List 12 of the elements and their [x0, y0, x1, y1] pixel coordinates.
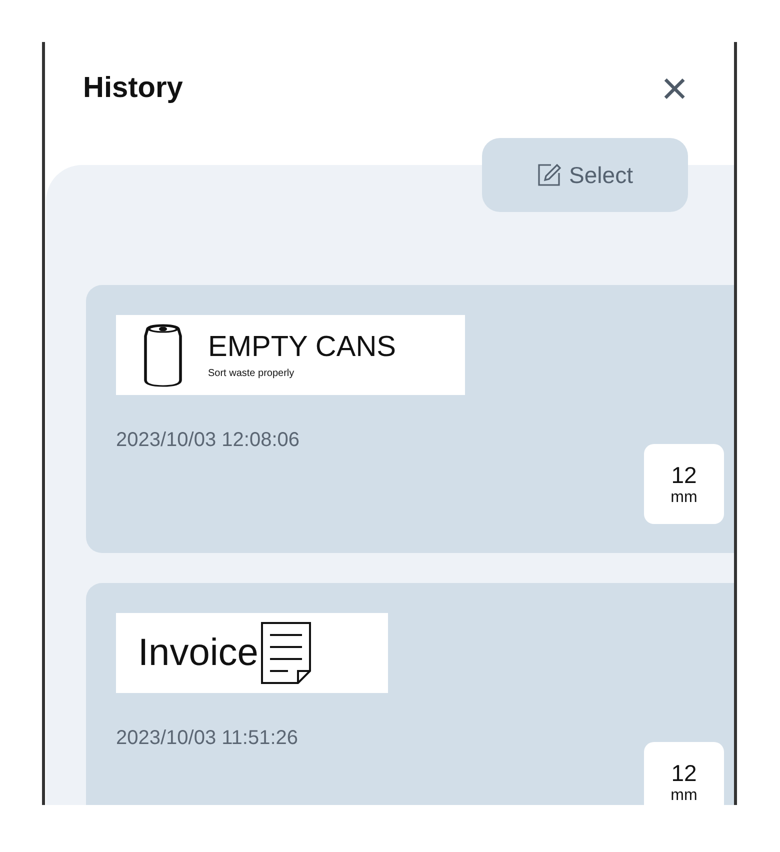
timestamp: 2023/10/03 12:08:06 [116, 429, 301, 452]
tape-size-badge: 12 mm [644, 444, 724, 524]
tape-size-badge: 12 mm [644, 742, 724, 805]
label-title: EMPTY CANS [208, 331, 396, 364]
label-title: Invoice [138, 632, 258, 674]
history-card[interactable]: EMPTY CANS Sort waste properly 2023/10/03 12:08:06 12 mm [86, 285, 734, 553]
select-button[interactable]: Select [482, 138, 688, 212]
history-card[interactable]: Invoice 2023/10/03 11:51:26 12 mm [86, 583, 734, 805]
label-subtitle: Sort waste properly [208, 368, 296, 379]
timestamp: 2023/10/03 11:51:26 [116, 727, 300, 750]
page-title: History [83, 72, 183, 104]
close-button[interactable]: × [661, 68, 688, 108]
